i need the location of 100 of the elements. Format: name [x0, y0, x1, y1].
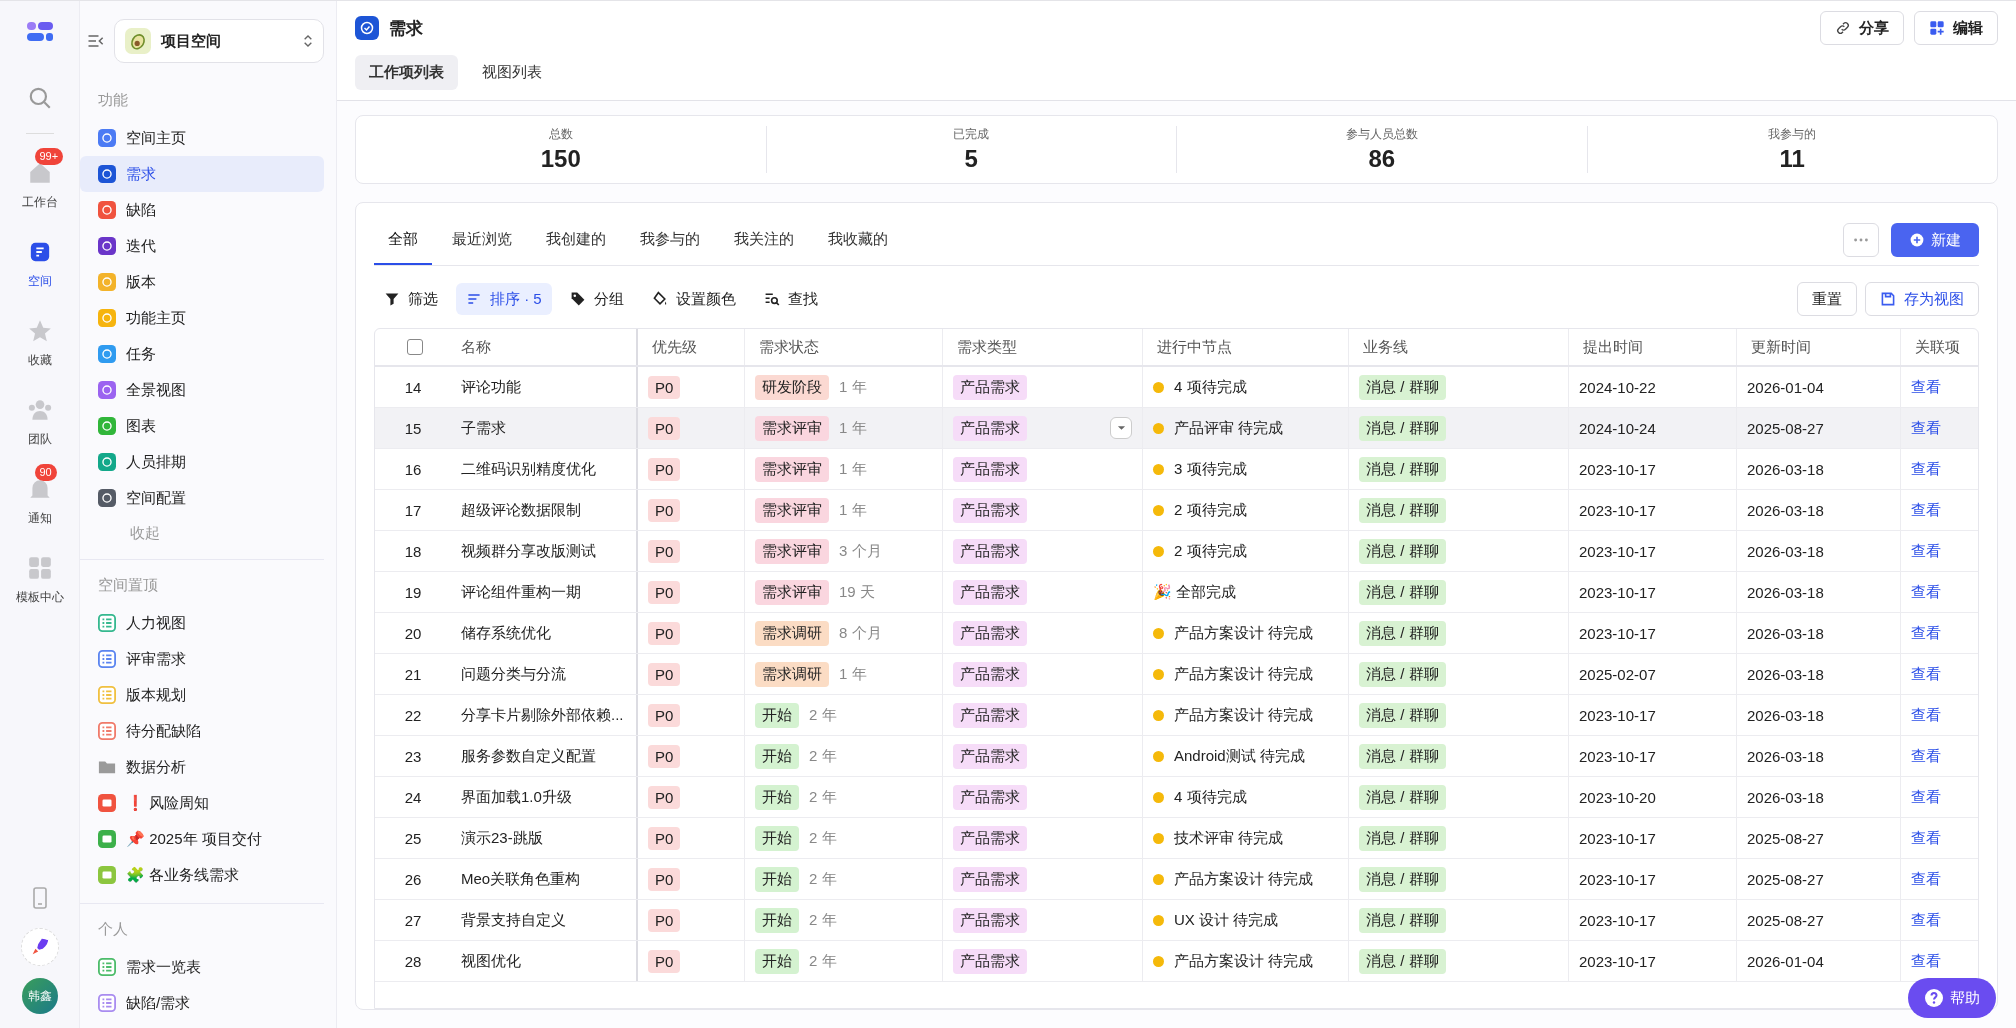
hovered-row[interactable]: 15 子需求 P0 需求评审 1 年 产品需求 产品评审 待完成 消息 / 群聊 2024-10-24 2025-08-27 查看	[375, 408, 1978, 449]
sidebar-item[interactable]: 图表	[80, 408, 324, 444]
sidebar-item[interactable]: 版本规划	[80, 677, 324, 713]
item-name[interactable]: 超级评论数据限制	[461, 500, 581, 520]
sidebar-item[interactable]: 空间主页	[80, 120, 324, 156]
edit-button[interactable]: 编辑	[1914, 11, 1998, 45]
help-button[interactable]: 帮助	[1908, 978, 1996, 1018]
row-number: 26	[404, 870, 422, 888]
item-name[interactable]: 视频群分享改版测试	[461, 541, 596, 561]
sidebar-item[interactable]: 任务	[80, 336, 324, 372]
rail-item[interactable]: 团队	[4, 383, 75, 448]
space-selector[interactable]: 项目空间	[114, 19, 324, 63]
dropdown-button[interactable]	[1110, 417, 1132, 439]
sidebar-item[interactable]: 需求一览表	[80, 949, 324, 985]
sidebar-item[interactable]: 🧩 各业务线需求	[80, 857, 324, 893]
view-link[interactable]: 查看	[1911, 418, 1941, 438]
view-link[interactable]: 查看	[1911, 746, 1941, 766]
view-link[interactable]: 查看	[1911, 828, 1941, 848]
business-tag: 消息 / 群聊	[1359, 825, 1446, 851]
sidebar-item[interactable]: 缺陷/需求	[80, 985, 324, 1021]
item-name[interactable]: 演示23-跳版	[461, 828, 543, 848]
view-link[interactable]: 查看	[1911, 582, 1941, 602]
item-name[interactable]: 界面加载1.0升级	[461, 787, 572, 807]
sidebar-item[interactable]: 全景视图	[80, 372, 324, 408]
view-link[interactable]: 查看	[1911, 910, 1941, 930]
rocket-button[interactable]	[20, 928, 59, 966]
type-tag: 产品需求	[953, 415, 1027, 441]
sidebar-item[interactable]: 迭代	[80, 228, 324, 264]
sidebar-item[interactable]: 功能主页	[80, 300, 324, 336]
rail-item[interactable]: 90 通知	[4, 462, 75, 527]
toolbar-button[interactable]: 筛选	[374, 283, 448, 315]
item-name[interactable]: 服务参数自定义配置	[461, 746, 596, 766]
priority-tag: P0	[648, 703, 681, 727]
sidebar-item[interactable]: 需求	[80, 156, 324, 192]
node-text: 技术评审 待完成	[1174, 828, 1284, 848]
status-age: 1 年	[839, 459, 867, 479]
priority-tag: P0	[648, 457, 681, 481]
item-name[interactable]: 评论组件重构一期	[461, 582, 581, 602]
view-link[interactable]: 查看	[1911, 623, 1941, 643]
user-avatar[interactable]: 韩鑫	[21, 978, 58, 1014]
page-tab[interactable]: 视图列表	[468, 55, 556, 90]
sidebar-item[interactable]: 人员排期	[80, 444, 324, 480]
blocks-icon	[1929, 20, 1945, 36]
view-tab[interactable]: 最近浏览	[438, 215, 526, 265]
sidebar-item[interactable]: ❗ 风险周知	[80, 785, 324, 821]
type-tag: 产品需求	[953, 538, 1027, 564]
priority-tag: P0	[648, 375, 681, 399]
view-link[interactable]: 查看	[1911, 705, 1941, 725]
item-name[interactable]: 分享卡片剔除外部依赖...	[461, 705, 624, 725]
save-view-button[interactable]: 存为视图	[1865, 282, 1979, 316]
item-name[interactable]: Meo关联角色重构	[461, 869, 581, 889]
item-name[interactable]: 背景支持自定义	[461, 910, 566, 930]
select-all-checkbox[interactable]	[407, 339, 423, 355]
sidebar-item[interactable]: 人力视图	[80, 605, 324, 641]
view-link[interactable]: 查看	[1911, 377, 1941, 397]
toolbar-button[interactable]: 查找	[753, 283, 828, 315]
toolbar-button[interactable]: 排序 · 5	[456, 283, 552, 315]
rail-item[interactable]: 99+ 工作台	[4, 146, 75, 211]
date-text: 2026-03-18	[1747, 460, 1824, 478]
item-name[interactable]: 储存系统优化	[461, 623, 551, 643]
date-text: 2023-10-17	[1579, 952, 1656, 970]
sidebar-item[interactable]: 数据分析	[80, 749, 324, 785]
view-link[interactable]: 查看	[1911, 541, 1941, 561]
view-tab[interactable]: 全部	[374, 215, 432, 265]
view-link[interactable]: 查看	[1911, 787, 1941, 807]
type-tag: 产品需求	[953, 374, 1027, 400]
view-tab[interactable]: 我收藏的	[814, 215, 902, 265]
new-button[interactable]: 新建	[1891, 223, 1979, 257]
view-tab[interactable]: 我关注的	[720, 215, 808, 265]
item-name[interactable]: 视图优化	[461, 951, 521, 971]
toolbar-button[interactable]: 分组	[559, 283, 634, 315]
node-text: 🎉 全部完成	[1153, 582, 1237, 602]
share-button[interactable]: 分享	[1820, 11, 1904, 45]
view-link[interactable]: 查看	[1911, 951, 1941, 971]
sidebar-item[interactable]: 版本	[80, 264, 324, 300]
item-name[interactable]: 问题分类与分流	[461, 664, 566, 684]
rail-item[interactable]: 收藏	[4, 304, 75, 369]
rail-item[interactable]: 模板中心	[4, 541, 75, 606]
view-link[interactable]: 查看	[1911, 500, 1941, 520]
view-tab[interactable]: 我创建的	[532, 215, 620, 265]
sidebar-item[interactable]: 评审需求	[80, 641, 324, 677]
item-name[interactable]: 子需求	[461, 418, 506, 438]
view-link[interactable]: 查看	[1911, 869, 1941, 889]
view-link[interactable]: 查看	[1911, 459, 1941, 479]
toolbar-button[interactable]: 设置颜色	[641, 283, 746, 315]
sidebar-item[interactable]: 待分配缺陷	[80, 713, 324, 749]
rail-item[interactable]: 空间	[4, 225, 75, 290]
view-tab[interactable]: 我参与的	[626, 215, 714, 265]
ellipsis-icon	[1852, 237, 1870, 243]
sidebar-item[interactable]: 缺陷	[80, 192, 324, 228]
sidebar-item[interactable]: 📌 2025年 项目交付	[80, 821, 324, 857]
page-tab[interactable]: 工作项列表	[355, 55, 458, 90]
reset-button[interactable]: 重置	[1797, 282, 1857, 316]
space-name: 项目空间	[161, 31, 222, 51]
item-name[interactable]: 评论功能	[461, 377, 521, 397]
item-name[interactable]: 二维码识别精度优化	[461, 459, 596, 479]
node-text: Android测试 待完成	[1174, 746, 1305, 766]
date-text: 2024-10-24	[1579, 419, 1656, 437]
view-link[interactable]: 查看	[1911, 664, 1941, 684]
sidebar-item[interactable]: 空间配置	[80, 480, 324, 516]
